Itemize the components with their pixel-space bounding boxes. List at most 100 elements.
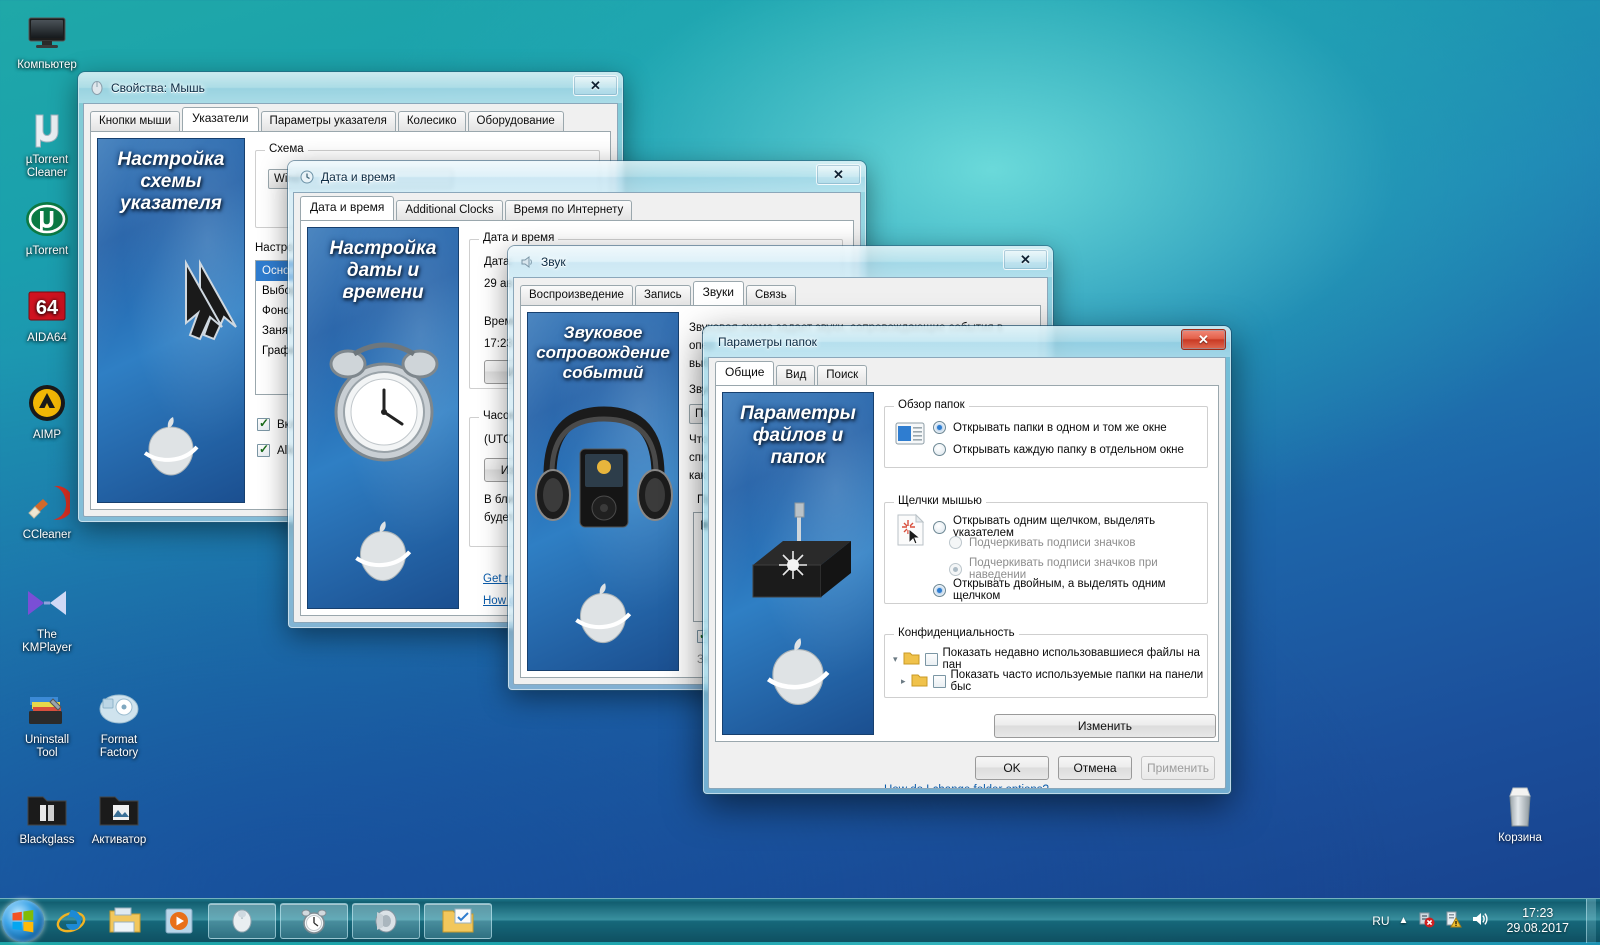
desktop-icon-the-kmplayer[interactable]: The KMPlayer <box>8 580 86 655</box>
tab-communications[interactable]: Связь <box>745 285 796 305</box>
group-label: Конфиденциальность <box>894 627 1019 639</box>
close-button[interactable]: ✕ <box>573 75 618 96</box>
tab-pointer-options[interactable]: Параметры указателя <box>260 111 396 131</box>
show-hidden-icons-chevron-up-icon[interactable]: ▲ <box>1399 915 1409 926</box>
language-indicator[interactable]: RU <box>1372 914 1389 928</box>
tab-additional-clocks[interactable]: Additional Clocks <box>396 200 503 220</box>
mouse-click-group: Щелчки мышью Открывать одним щелчком, вы… <box>884 495 1208 604</box>
desktop-icon-utorrent-cleaner[interactable]: µTorrent Cleaner <box>8 105 86 180</box>
tab-sounds[interactable]: Звуки <box>692 281 744 305</box>
tab-search[interactable]: Поиск <box>817 365 868 385</box>
window-body: Общие Вид Поиск Параметры файлов и папок <box>708 357 1226 789</box>
desktop-icon-ccleaner[interactable]: CCleaner <box>8 480 86 542</box>
radio-glyph <box>949 562 962 576</box>
close-button[interactable]: ✕ <box>1003 249 1048 270</box>
checkbox-glyph[interactable] <box>932 674 946 688</box>
desktop-icon-recycle-bin[interactable]: Корзина <box>1480 782 1560 844</box>
radio-glyph <box>933 520 946 534</box>
desktop-icon-blackglass[interactable]: Blackglass <box>8 785 86 847</box>
titlebar-date-and-time[interactable]: Дата и время ✕ <box>289 162 865 192</box>
privacy-row-recent-files[interactable]: ▾ Показать недавно использовавшиеся файл… <box>893 647 1207 671</box>
tree-expander-closed-icon[interactable]: ▸ <box>901 676 906 687</box>
close-button[interactable]: ✕ <box>816 164 861 185</box>
radio-open-separate-window[interactable]: Открывать каждую папку в отдельном окне <box>933 443 1184 456</box>
desktop-icon-format-factory[interactable]: Format Factory <box>80 685 158 760</box>
format-factory-icon <box>80 685 158 731</box>
tab-buttons[interactable]: Кнопки мыши <box>90 111 181 131</box>
computer-icon <box>8 10 86 56</box>
cancel-button[interactable]: Отмена <box>1058 756 1132 780</box>
tab-recording[interactable]: Запись <box>634 285 691 305</box>
desktop-icon-aktivator[interactable]: Активатор <box>80 785 158 847</box>
desktop-icon-utorrent[interactable]: µTorrent <box>8 196 86 258</box>
tab-general[interactable]: Общие <box>715 361 775 385</box>
radio-label: Открывать каждую папку в отдельном окне <box>953 443 1184 456</box>
titlebar-mouse-properties[interactable]: Свойства: Мышь ✕ <box>79 73 622 103</box>
black-folder-sparkle-art <box>723 469 873 647</box>
radio-label: Подчеркивать подписи значков <box>969 536 1136 549</box>
apple-logo-icon <box>340 513 426 602</box>
apply-button[interactable]: Применить <box>1141 756 1215 780</box>
checkbox-glyph[interactable] <box>924 652 938 666</box>
blackglass-folder-icon <box>8 785 86 831</box>
window-title: Параметры папок <box>718 335 817 349</box>
taskbar-button-folder-options[interactable] <box>424 902 492 939</box>
desktop-icon-label: AIDA64 <box>27 332 67 344</box>
action-center-warning-icon[interactable] <box>1444 910 1463 931</box>
radio-glyph <box>949 536 962 549</box>
taskbar-button-date-and-time[interactable] <box>280 902 348 939</box>
tree-expander-open-icon[interactable]: ▾ <box>893 654 898 665</box>
promo-banner-datetime: Настройка даты и времени <box>307 227 459 609</box>
desktop-icon-uninstall-tool[interactable]: Uninstall Tool <box>8 685 86 760</box>
ccleaner-icon <box>8 480 86 526</box>
titlebar-folder-options[interactable]: Параметры папок ✕ <box>704 327 1230 357</box>
browse-folders-group: Обзор папок Открывать папки в одном и то… <box>884 399 1208 468</box>
help-link[interactable]: How do I change folder options? <box>884 784 1049 788</box>
taskbar-clock[interactable]: 17:23 29.08.2017 <box>1498 906 1577 936</box>
show-desktop-button[interactable] <box>1586 898 1596 943</box>
tab-date-time[interactable]: Дата и время <box>300 196 395 220</box>
tab-hardware[interactable]: Оборудование <box>467 111 564 131</box>
apple-logo-icon <box>560 575 646 664</box>
desktop-icon-aida64[interactable]: 64 AIDA64 <box>8 283 86 345</box>
quicklaunch-internet-explorer[interactable] <box>44 901 98 941</box>
tab-playback[interactable]: Воспроизведение <box>520 285 633 305</box>
tab-wheel[interactable]: Колесико <box>397 111 466 131</box>
desktop-icon-aimp[interactable]: AIMP <box>8 380 86 442</box>
tabstrip: Кнопки мыши Указатели Параметры указател… <box>90 107 611 131</box>
quicklaunch-windows-explorer[interactable] <box>98 901 152 941</box>
ok-button[interactable]: OK <box>975 756 1049 780</box>
taskbar-button-mouse-properties[interactable] <box>208 902 276 939</box>
clear-history-button[interactable]: Изменить <box>994 714 1216 738</box>
window-folder-options[interactable]: Параметры папок ✕ Общие Вид Поиск Параме… <box>703 326 1231 794</box>
radio-underline-always[interactable]: Подчеркивать подписи значков <box>949 536 1135 549</box>
close-button[interactable]: ✕ <box>1181 329 1226 350</box>
desktop-icon-label: Компьютер <box>17 59 77 71</box>
quicklaunch-windows-media-player[interactable] <box>152 901 206 941</box>
banner-title: Звуковое сопровождение событий <box>536 323 670 382</box>
volume-icon[interactable] <box>1471 910 1489 931</box>
taskbar-button-sound[interactable] <box>352 902 420 939</box>
radio-double-click[interactable]: Открывать двойным, а выделять одним щелч… <box>933 578 1207 602</box>
radio-glyph <box>933 421 946 434</box>
radio-open-same-window[interactable]: Открывать папки в одном и том же окне <box>933 421 1167 434</box>
desktop-icon-label: µTorrent <box>25 245 69 257</box>
tab-internet-time[interactable]: Время по Интернету <box>504 200 633 220</box>
tab-pointers[interactable]: Указатели <box>182 107 259 131</box>
network-error-icon[interactable] <box>1417 910 1435 931</box>
start-button[interactable] <box>2 899 44 942</box>
kmplayer-icon <box>8 580 86 626</box>
checkbox-glyph <box>257 442 270 457</box>
tab-view[interactable]: Вид <box>776 365 816 385</box>
svg-text:64: 64 <box>36 297 59 319</box>
group-label: Щелчки мышью <box>894 495 986 507</box>
privacy-row-frequent-folders[interactable]: ▸ Показать часто используемые папки на п… <box>901 669 1207 693</box>
window-title: Свойства: Мышь <box>111 81 205 95</box>
radio-label: Открывать двойным, а выделять одним щелч… <box>953 578 1166 602</box>
desktop-icon-computer[interactable]: Компьютер <box>8 10 86 72</box>
desktop-icon-label: AIMP <box>32 429 62 441</box>
apple-logo-icon <box>750 629 846 728</box>
banner-title: Настройка даты и времени <box>329 238 437 303</box>
system-tray: RU ▲ 17:23 29.08.2017 <box>1372 898 1600 943</box>
titlebar-sound[interactable]: Звук ✕ <box>509 247 1052 277</box>
